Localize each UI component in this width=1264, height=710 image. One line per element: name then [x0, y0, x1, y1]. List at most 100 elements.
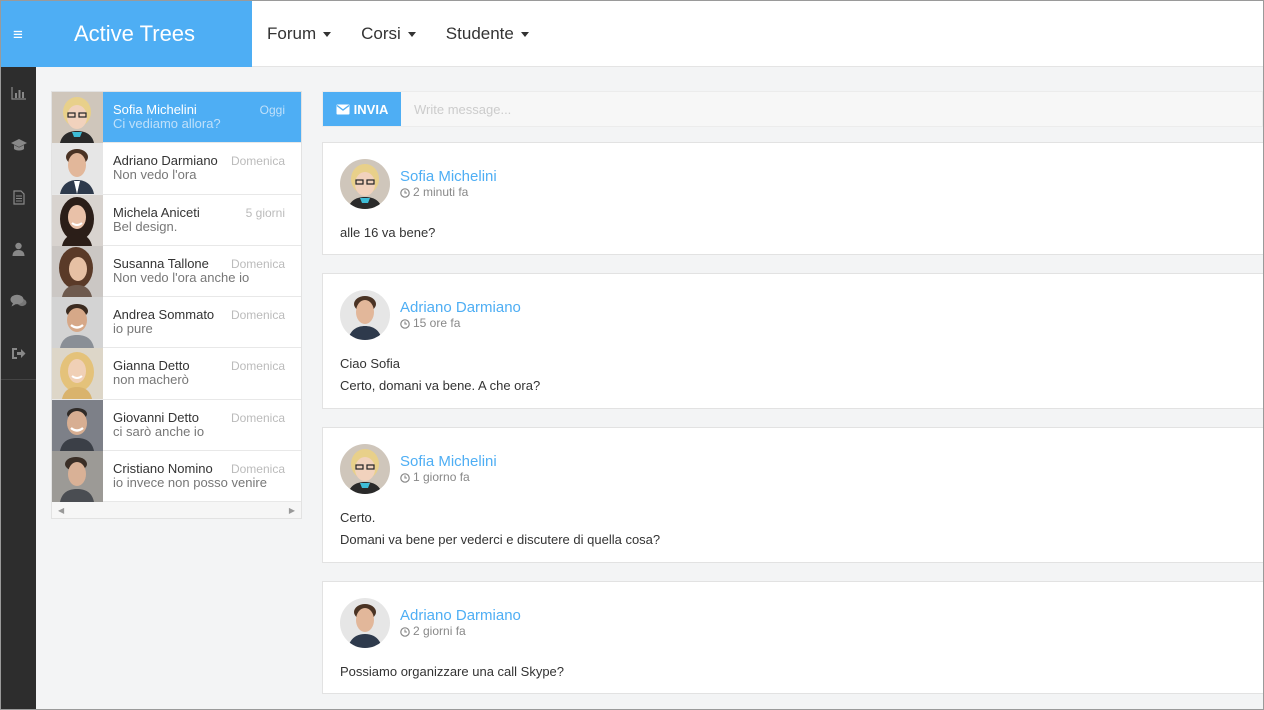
- scroll-right-icon[interactable]: ▶: [289, 506, 295, 515]
- message-author[interactable]: Adriano Darmiano: [400, 607, 521, 624]
- message-author[interactable]: Adriano Darmiano: [400, 299, 521, 316]
- message-author-block: Adriano Darmiano 15 ore fa: [400, 299, 521, 331]
- document-icon: [12, 189, 25, 205]
- avatar: [52, 348, 103, 400]
- send-label: INVIA: [353, 101, 389, 117]
- caret-down-icon: [520, 32, 529, 37]
- app-title[interactable]: Active Trees: [74, 21, 195, 47]
- conversation-time: 5 giorni: [245, 205, 285, 220]
- message-card: Sofia Michelini 1 giorno fa Certo. Doman…: [322, 427, 1263, 563]
- nav-label: Corsi: [361, 23, 401, 43]
- conversation-item[interactable]: Susanna Tallone Non vedo l'ora anche io …: [52, 245, 301, 298]
- message-input[interactable]: [401, 92, 1262, 126]
- nav-corsi[interactable]: Corsi: [346, 24, 431, 44]
- conversation-time: Domenica: [230, 308, 285, 323]
- message-card: Sofia Michelini 2 minuti fa alle 16 va b…: [322, 142, 1263, 255]
- conversation-item[interactable]: Michela Aniceti Bel design. 5 giorni: [52, 194, 301, 246]
- clock-icon: [400, 318, 410, 329]
- message-card: Adriano Darmiano 15 ore fa Ciao Sofia Ce…: [322, 273, 1263, 409]
- message-time: 15 ore fa: [400, 316, 521, 331]
- avatar: [52, 194, 103, 246]
- sidebar-item-documents[interactable]: [1, 171, 36, 223]
- message-card: Adriano Darmiano 2 giorni fa Possiamo or…: [322, 581, 1263, 694]
- nav-label: Studente: [445, 23, 514, 43]
- clock-icon: [400, 472, 410, 483]
- bar-chart-icon: [10, 87, 26, 100]
- conversation-preview: Bel design.: [113, 218, 178, 234]
- conversation-item[interactable]: Andrea Sommato io pure Domenica: [52, 297, 301, 349]
- conversation-info: Gianna Detto non macherò Domenica: [103, 348, 301, 398]
- avatar: [52, 245, 103, 297]
- message-time: 1 giorno fa: [400, 470, 497, 485]
- conversation-preview: ci sarò anche io: [113, 423, 205, 439]
- conversation-info: Susanna Tallone Non vedo l'ora anche io …: [103, 246, 301, 296]
- conversation-info: Cristiano Nomino io invece non posso ven…: [103, 451, 301, 501]
- avatar: [52, 399, 103, 451]
- message-author-block: Sofia Michelini 1 giorno fa: [400, 453, 497, 485]
- conversation-preview: Non vedo l'ora: [113, 167, 197, 183]
- message-author[interactable]: Sofia Michelini: [400, 168, 497, 185]
- message-header: Sofia Michelini 1 giorno fa: [340, 444, 497, 494]
- sidebar: [1, 67, 36, 709]
- sidebar-item-courses[interactable]: [1, 119, 36, 171]
- conversation-info: Giovanni Detto ci sarò anche io Domenica: [103, 400, 301, 450]
- avatar: [340, 159, 390, 209]
- conversation-item[interactable]: Gianna Detto non macherò Domenica: [52, 348, 301, 400]
- conversation-item[interactable]: Giovanni Detto ci sarò anche io Domenica: [52, 399, 301, 452]
- message-time-text: 1 giorno fa: [413, 470, 470, 484]
- message-author-block: Sofia Michelini 2 minuti fa: [400, 168, 497, 200]
- scroll-left-icon[interactable]: ◀: [58, 506, 64, 515]
- message-text: Certo, domani va bene. A che ora?: [340, 378, 541, 393]
- top-nav: Forum Corsi Studente: [252, 1, 1263, 67]
- conversation-time: Oggi: [259, 103, 285, 117]
- hamburger-icon[interactable]: ≡: [1, 26, 35, 43]
- conversation-time: Domenica: [230, 462, 285, 477]
- message-time: 2 minuti fa: [400, 185, 497, 200]
- conversation-item[interactable]: Sofia Michelini Ci vediamo allora? Oggi: [52, 92, 301, 144]
- brand-bar: ≡ Active Trees: [1, 1, 252, 67]
- nav-label: Forum: [267, 23, 317, 43]
- message-text: Ciao Sofia: [340, 356, 400, 371]
- caret-down-icon: [407, 32, 416, 37]
- clock-icon: [400, 626, 410, 637]
- conversation-preview: io invece non posso venire: [113, 475, 267, 491]
- message-header: Adriano Darmiano 15 ore fa: [340, 290, 521, 340]
- message-header: Adriano Darmiano 2 giorni fa: [340, 598, 521, 648]
- conversation-preview: non macherò: [113, 372, 189, 388]
- sidebar-item-stats[interactable]: [1, 67, 36, 119]
- conversation-info: Adriano Darmiano Non vedo l'ora Domenica: [103, 143, 301, 193]
- conversation-item[interactable]: Adriano Darmiano Non vedo l'ora Domenica: [52, 143, 301, 195]
- avatar: [340, 444, 390, 494]
- conversation-time: Domenica: [230, 410, 285, 425]
- conversation-preview: Ci vediamo allora?: [113, 116, 221, 131]
- message-author[interactable]: Sofia Michelini: [400, 453, 497, 470]
- avatar: [52, 451, 103, 503]
- conversation-list: Sofia Michelini Ci vediamo allora? Oggi …: [51, 91, 302, 520]
- send-button[interactable]: INVIA: [323, 92, 401, 126]
- conversation-time: Domenica: [230, 359, 285, 374]
- avatar: [52, 297, 103, 349]
- chat-icon: [10, 294, 27, 307]
- sidebar-divider: [1, 379, 36, 380]
- avatar: [340, 598, 390, 648]
- message-time-text: 15 ore fa: [413, 316, 461, 330]
- envelope-icon: [336, 104, 350, 114]
- conversation-time: Domenica: [230, 154, 285, 169]
- sidebar-item-profile[interactable]: [1, 223, 36, 275]
- conversation-info: Andrea Sommato io pure Domenica: [103, 297, 301, 347]
- nav-forum[interactable]: Forum: [252, 24, 346, 44]
- nav-studente[interactable]: Studente: [431, 24, 544, 44]
- conversation-time: Domenica: [230, 256, 285, 271]
- conversation-item[interactable]: Cristiano Nomino io invece non posso ven…: [52, 451, 301, 503]
- sidebar-item-chat[interactable]: [1, 275, 36, 327]
- sign-out-icon: [12, 347, 26, 359]
- avatar: [340, 290, 390, 340]
- message-time-text: 2 minuti fa: [413, 185, 469, 199]
- compose-bar: INVIA: [322, 91, 1263, 127]
- avatar: [52, 143, 103, 195]
- horizontal-scrollbar[interactable]: ◀ ▶: [52, 502, 301, 519]
- clock-icon: [400, 187, 410, 198]
- conversation-info: Michela Aniceti Bel design. 5 giorni: [103, 195, 301, 245]
- sidebar-item-logout[interactable]: [1, 327, 36, 379]
- message-header: Sofia Michelini 2 minuti fa: [340, 159, 497, 209]
